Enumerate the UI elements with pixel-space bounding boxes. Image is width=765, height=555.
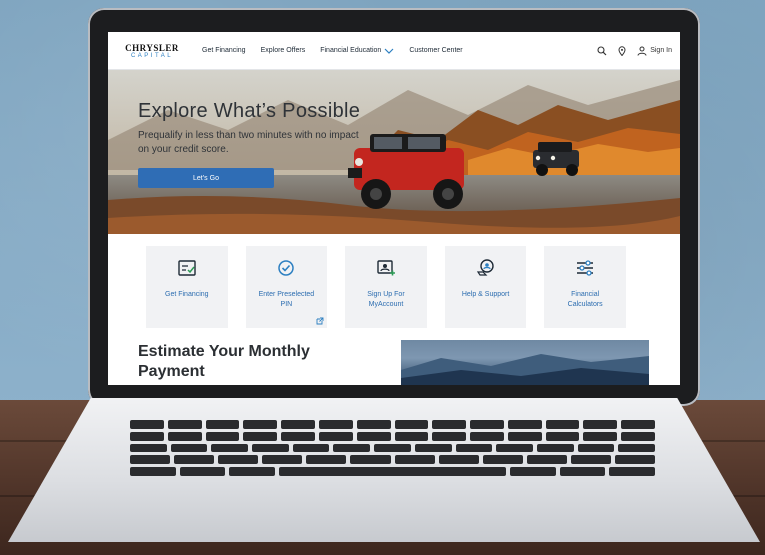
checklist-icon — [178, 260, 196, 276]
nav-link-financial-education-label: Financial Education — [320, 47, 382, 54]
tile-label: Sign Up For MyAccount — [367, 291, 405, 308]
tile-label: Get Financing — [165, 291, 209, 298]
tile-label: Financial Calculators — [567, 291, 603, 308]
tile-enter-pin[interactable]: Enter Preselected PIN — [245, 246, 328, 328]
nav-link-customer-center[interactable]: Customer Center — [409, 47, 462, 54]
search-icon[interactable] — [597, 45, 607, 56]
brand-logo[interactable]: CHRYSLER CAPITAL — [116, 43, 188, 59]
user-icon — [637, 46, 647, 56]
hero-subtitle: Prequalify in less than two minutes with… — [138, 130, 359, 155]
nav-link-explore-offers[interactable]: Explore Offers — [261, 47, 306, 54]
mountain-image — [401, 340, 649, 385]
logo-top-text: CHRYSLER — [125, 42, 179, 53]
sign-in-label: Sign In — [650, 47, 672, 54]
laptop-keyboard — [130, 420, 656, 476]
tile-get-financing[interactable]: Get Financing — [146, 246, 228, 328]
hero-banner: Explore What’s Possible Prequalify in le… — [108, 70, 680, 234]
account-add-icon — [377, 260, 395, 276]
sliders-icon — [577, 260, 594, 276]
tile-label: Enter Preselected PIN — [258, 291, 315, 308]
nav-link-get-financing[interactable]: Get Financing — [202, 47, 246, 54]
external-link-icon — [316, 317, 324, 325]
tile-sign-up[interactable]: Sign Up For MyAccount — [345, 246, 427, 328]
mountain-silhouette — [401, 354, 649, 385]
hero-text-block: Explore What’s Possible Prequalify in le… — [138, 100, 368, 157]
check-badge-icon — [278, 260, 295, 276]
sign-in-link[interactable]: Sign In — [637, 46, 672, 56]
estimate-heading: Estimate Your Monthly Payment — [138, 343, 310, 380]
tile-financial-calculators[interactable]: Financial Calculators — [544, 246, 626, 328]
nav-utilities: Sign In — [597, 45, 672, 56]
nav-link-financial-education[interactable]: Financial Education — [320, 47, 394, 54]
top-navigation: CHRYSLER CAPITAL Get Financing Explore O… — [108, 32, 680, 70]
chevron-down-icon — [384, 48, 394, 54]
tile-help-support[interactable]: Help & Support — [444, 246, 527, 328]
hero-title: Explore What’s Possible — [138, 100, 361, 122]
logo-bottom-text: CAPITAL — [130, 52, 174, 59]
tile-label: Help & Support — [461, 291, 510, 298]
support-icon — [476, 259, 494, 276]
browser-screen: CHRYSLER CAPITAL Get Financing Explore O… — [108, 32, 680, 385]
location-pin-icon[interactable] — [617, 45, 627, 56]
quick-actions: Get Financing Enter Preselected PIN Sign… — [146, 246, 626, 328]
lets-go-button[interactable]: Let’s Go — [138, 168, 274, 188]
